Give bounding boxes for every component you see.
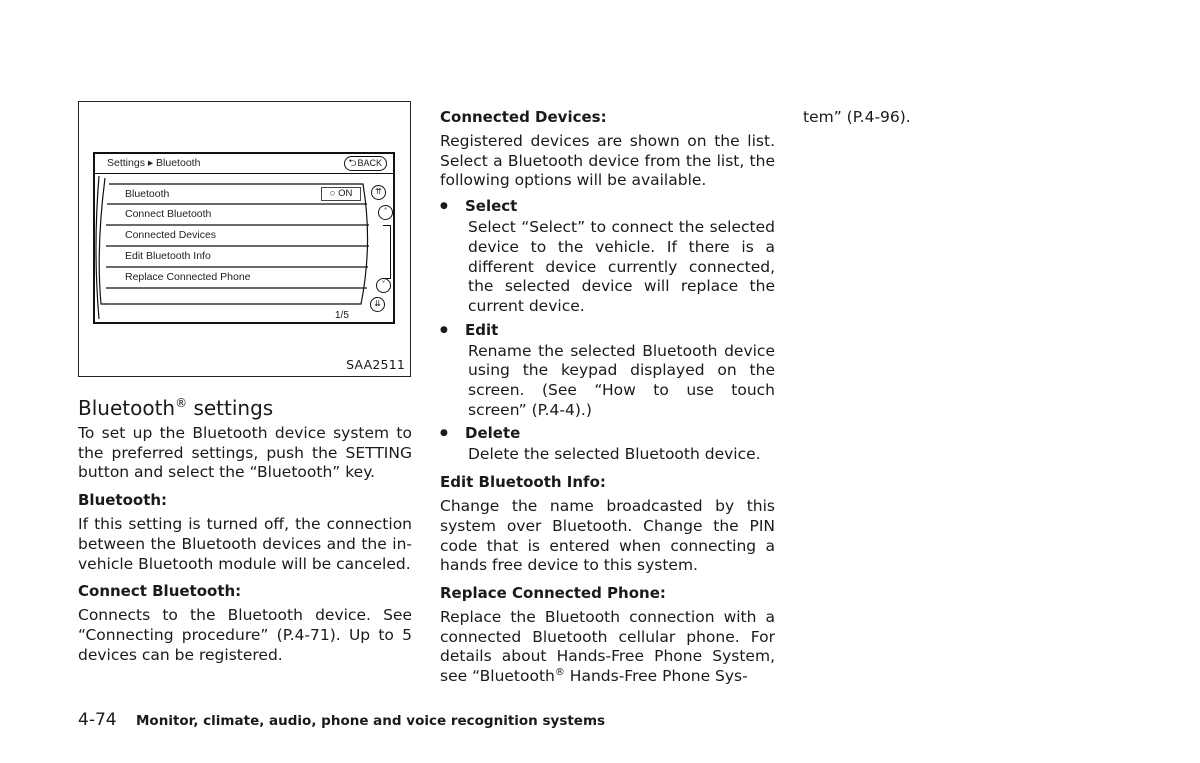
option-select-desc: Select “Select” to connect the selected …: [468, 218, 775, 315]
option-delete-heading: Delete: [440, 423, 775, 443]
menu-item-replace-connected-phone[interactable]: Replace Connected Phone: [125, 271, 251, 283]
paragraph-edit-bluetooth-info: Change the name broadcasted by this syst…: [440, 497, 775, 575]
subheading-edit-bluetooth-info: Edit Bluetooth Info:: [440, 473, 606, 492]
figure-code: SAA2511: [346, 357, 405, 372]
return-arrow-icon: ⮌: [348, 157, 357, 169]
bluetooth-on-toggle[interactable]: ○ ON: [321, 187, 361, 201]
paragraph-connect-bluetooth: Connects to the Bluetooth device. See “C…: [78, 606, 412, 664]
frame-inner-left-curve: [98, 177, 107, 305]
subheading-connect-bluetooth: Connect Bluetooth:: [78, 582, 242, 601]
menu-item-connected-devices[interactable]: Connected Devices: [125, 229, 216, 241]
subheading-replace-connected-phone: Replace Connected Phone:: [440, 583, 666, 602]
registered-mark: ®: [175, 396, 188, 410]
page-number: 4-74: [78, 710, 117, 730]
screen-header: Settings ▸ Bluetooth ⮌ BACK: [95, 154, 393, 174]
toggle-label: ON: [338, 188, 353, 199]
paragraph-replace-connected-phone: Replace the Bluetooth connection with a …: [440, 607, 775, 686]
menu-item-bluetooth[interactable]: Bluetooth: [125, 188, 169, 200]
subheading-bluetooth: Bluetooth:: [78, 491, 168, 510]
display-screen-illustration: Settings ▸ Bluetooth ⮌ BACK Bluetooth ○ …: [93, 152, 395, 324]
menu-list-outline: [105, 183, 369, 305]
subheading-connected-devices: Connected Devices:: [440, 108, 607, 126]
double-chevron-down-icon[interactable]: ⇊: [370, 297, 385, 312]
chapter-title: Monitor, climate, audio, phone and voice…: [136, 713, 606, 729]
double-chevron-up-icon[interactable]: ⇈: [371, 185, 386, 200]
option-delete-desc: Delete the selected Bluetooth device.: [468, 445, 761, 464]
paragraph-bluetooth: If this setting is turned off, the conne…: [78, 515, 412, 573]
figure-bluetooth-settings-screen: Settings ▸ Bluetooth ⮌ BACK Bluetooth ○ …: [78, 101, 411, 377]
back-button[interactable]: ⮌ BACK: [344, 156, 387, 171]
frame-left-curve: [95, 175, 100, 320]
back-button-label: BACK: [357, 158, 382, 168]
left-column: Bluetooth® settings To set up the Blueto…: [78, 391, 412, 665]
right-column: tem” (P.4-96).: [803, 108, 1133, 128]
chevron-up-icon[interactable]: ˄: [378, 205, 393, 220]
option-edit-desc: Rename the selected Bluetooth device usi…: [468, 341, 775, 419]
page-indicator: 1/5: [335, 310, 349, 321]
section-title: Bluetooth® settings: [78, 396, 274, 420]
option-edit-heading: Edit: [440, 320, 775, 340]
chevron-down-icon[interactable]: ˅: [376, 278, 391, 293]
registered-mark: ®: [554, 667, 565, 679]
menu-item-connect-bluetooth[interactable]: Connect Bluetooth: [125, 208, 211, 220]
continuation-text: tem” (P.4-96).: [803, 108, 911, 126]
option-select-heading: Select: [440, 196, 775, 216]
intro-paragraph: To set up the Bluetooth device system to…: [78, 424, 412, 482]
scrollbar-track[interactable]: [383, 225, 391, 279]
paragraph-connected-devices: Registered devices are shown on the list…: [440, 132, 775, 190]
menu-item-edit-bluetooth-info[interactable]: Edit Bluetooth Info: [125, 250, 211, 262]
middle-column: Connected Devices: Registered devices ar…: [440, 108, 775, 687]
breadcrumb: Settings ▸ Bluetooth: [107, 157, 201, 169]
